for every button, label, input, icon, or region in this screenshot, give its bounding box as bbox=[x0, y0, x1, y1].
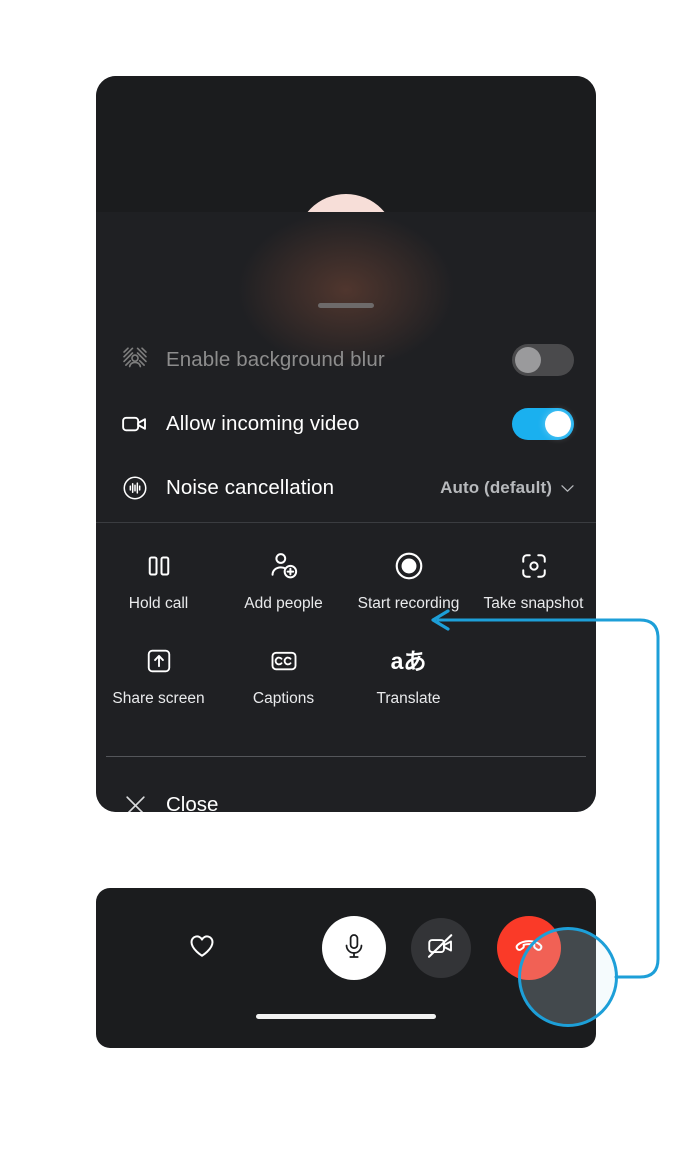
video-camera-icon bbox=[118, 409, 152, 439]
setting-label-incoming-video: Allow incoming video bbox=[166, 412, 360, 435]
home-indicator[interactable] bbox=[256, 1014, 436, 1019]
close-row[interactable]: Close bbox=[96, 777, 596, 812]
call-screen-panel: Enable background blur Allow incoming vi… bbox=[96, 76, 596, 812]
action-label: Hold call bbox=[128, 595, 189, 612]
setting-row-noise-cancellation[interactable]: Noise cancellation Auto (default) bbox=[96, 456, 596, 520]
options-bottom-sheet: Enable background blur Allow incoming vi… bbox=[96, 212, 596, 812]
action-hold-call[interactable]: Hold call bbox=[96, 530, 221, 613]
setting-control-incoming-video[interactable] bbox=[512, 408, 574, 440]
action-label: Take snapshot bbox=[483, 595, 584, 612]
pause-icon bbox=[144, 548, 174, 584]
reaction-heart-button[interactable] bbox=[187, 931, 217, 966]
action-label: Start recording bbox=[357, 595, 460, 612]
action-label: Share screen bbox=[112, 690, 205, 707]
chevron-down-icon bbox=[561, 478, 574, 498]
video-toggle-button[interactable] bbox=[411, 918, 471, 978]
sheet-drag-handle[interactable] bbox=[318, 303, 374, 308]
translate-icon: aあ bbox=[391, 643, 427, 679]
translate-glyph: aあ bbox=[390, 647, 427, 674]
background-blur-toggle[interactable] bbox=[512, 344, 574, 376]
more-options-highlight-circle bbox=[518, 927, 618, 1027]
settings-list: Enable background blur Allow incoming vi… bbox=[96, 328, 596, 520]
incoming-video-toggle[interactable] bbox=[512, 408, 574, 440]
noise-cancellation-icon bbox=[118, 474, 152, 502]
toggle-knob bbox=[515, 347, 541, 373]
toggle-knob bbox=[545, 411, 571, 437]
action-grid-empty-slot bbox=[471, 613, 596, 708]
record-icon bbox=[393, 548, 425, 584]
action-captions[interactable]: Captions bbox=[221, 613, 346, 708]
setting-control-background-blur[interactable] bbox=[512, 344, 574, 376]
microphone-button[interactable] bbox=[322, 916, 386, 980]
closed-captions-icon bbox=[269, 643, 299, 679]
add-person-icon bbox=[268, 548, 300, 584]
close-divider bbox=[106, 756, 586, 757]
microphone-icon bbox=[340, 932, 368, 965]
setting-label-background-blur: Enable background blur bbox=[166, 348, 385, 371]
close-label: Close bbox=[166, 793, 219, 812]
heart-icon bbox=[187, 931, 217, 966]
background-blur-icon bbox=[118, 346, 152, 374]
action-translate[interactable]: aあ Translate bbox=[346, 613, 471, 708]
more-options-button[interactable] bbox=[634, 918, 694, 978]
noise-cancellation-select[interactable]: Auto (default) bbox=[440, 478, 574, 498]
close-x-icon bbox=[118, 792, 152, 812]
action-take-snapshot[interactable]: Take snapshot bbox=[471, 530, 596, 613]
share-screen-icon bbox=[145, 643, 173, 679]
action-label: Add people bbox=[244, 595, 323, 612]
setting-control-noise-cancellation[interactable]: Auto (default) bbox=[440, 478, 574, 498]
action-add-people[interactable]: Add people bbox=[221, 530, 346, 613]
action-label: Captions bbox=[252, 690, 315, 707]
settings-actions-divider bbox=[96, 522, 596, 523]
snapshot-icon bbox=[519, 548, 549, 584]
noise-cancellation-value: Auto (default) bbox=[440, 478, 552, 497]
action-share-screen[interactable]: Share screen bbox=[96, 613, 221, 708]
action-grid: Hold call Add people Start recording Tak… bbox=[96, 530, 596, 708]
video-off-icon bbox=[426, 931, 456, 966]
setting-label-noise-cancellation: Noise cancellation bbox=[166, 476, 335, 499]
setting-row-incoming-video[interactable]: Allow incoming video bbox=[96, 392, 596, 456]
more-dots-icon bbox=[647, 944, 681, 952]
setting-row-background-blur[interactable]: Enable background blur bbox=[96, 328, 596, 392]
screenshot-stage: Enable background blur Allow incoming vi… bbox=[0, 0, 700, 1152]
action-start-recording[interactable]: Start recording bbox=[346, 530, 471, 613]
action-label: Translate bbox=[376, 690, 441, 707]
